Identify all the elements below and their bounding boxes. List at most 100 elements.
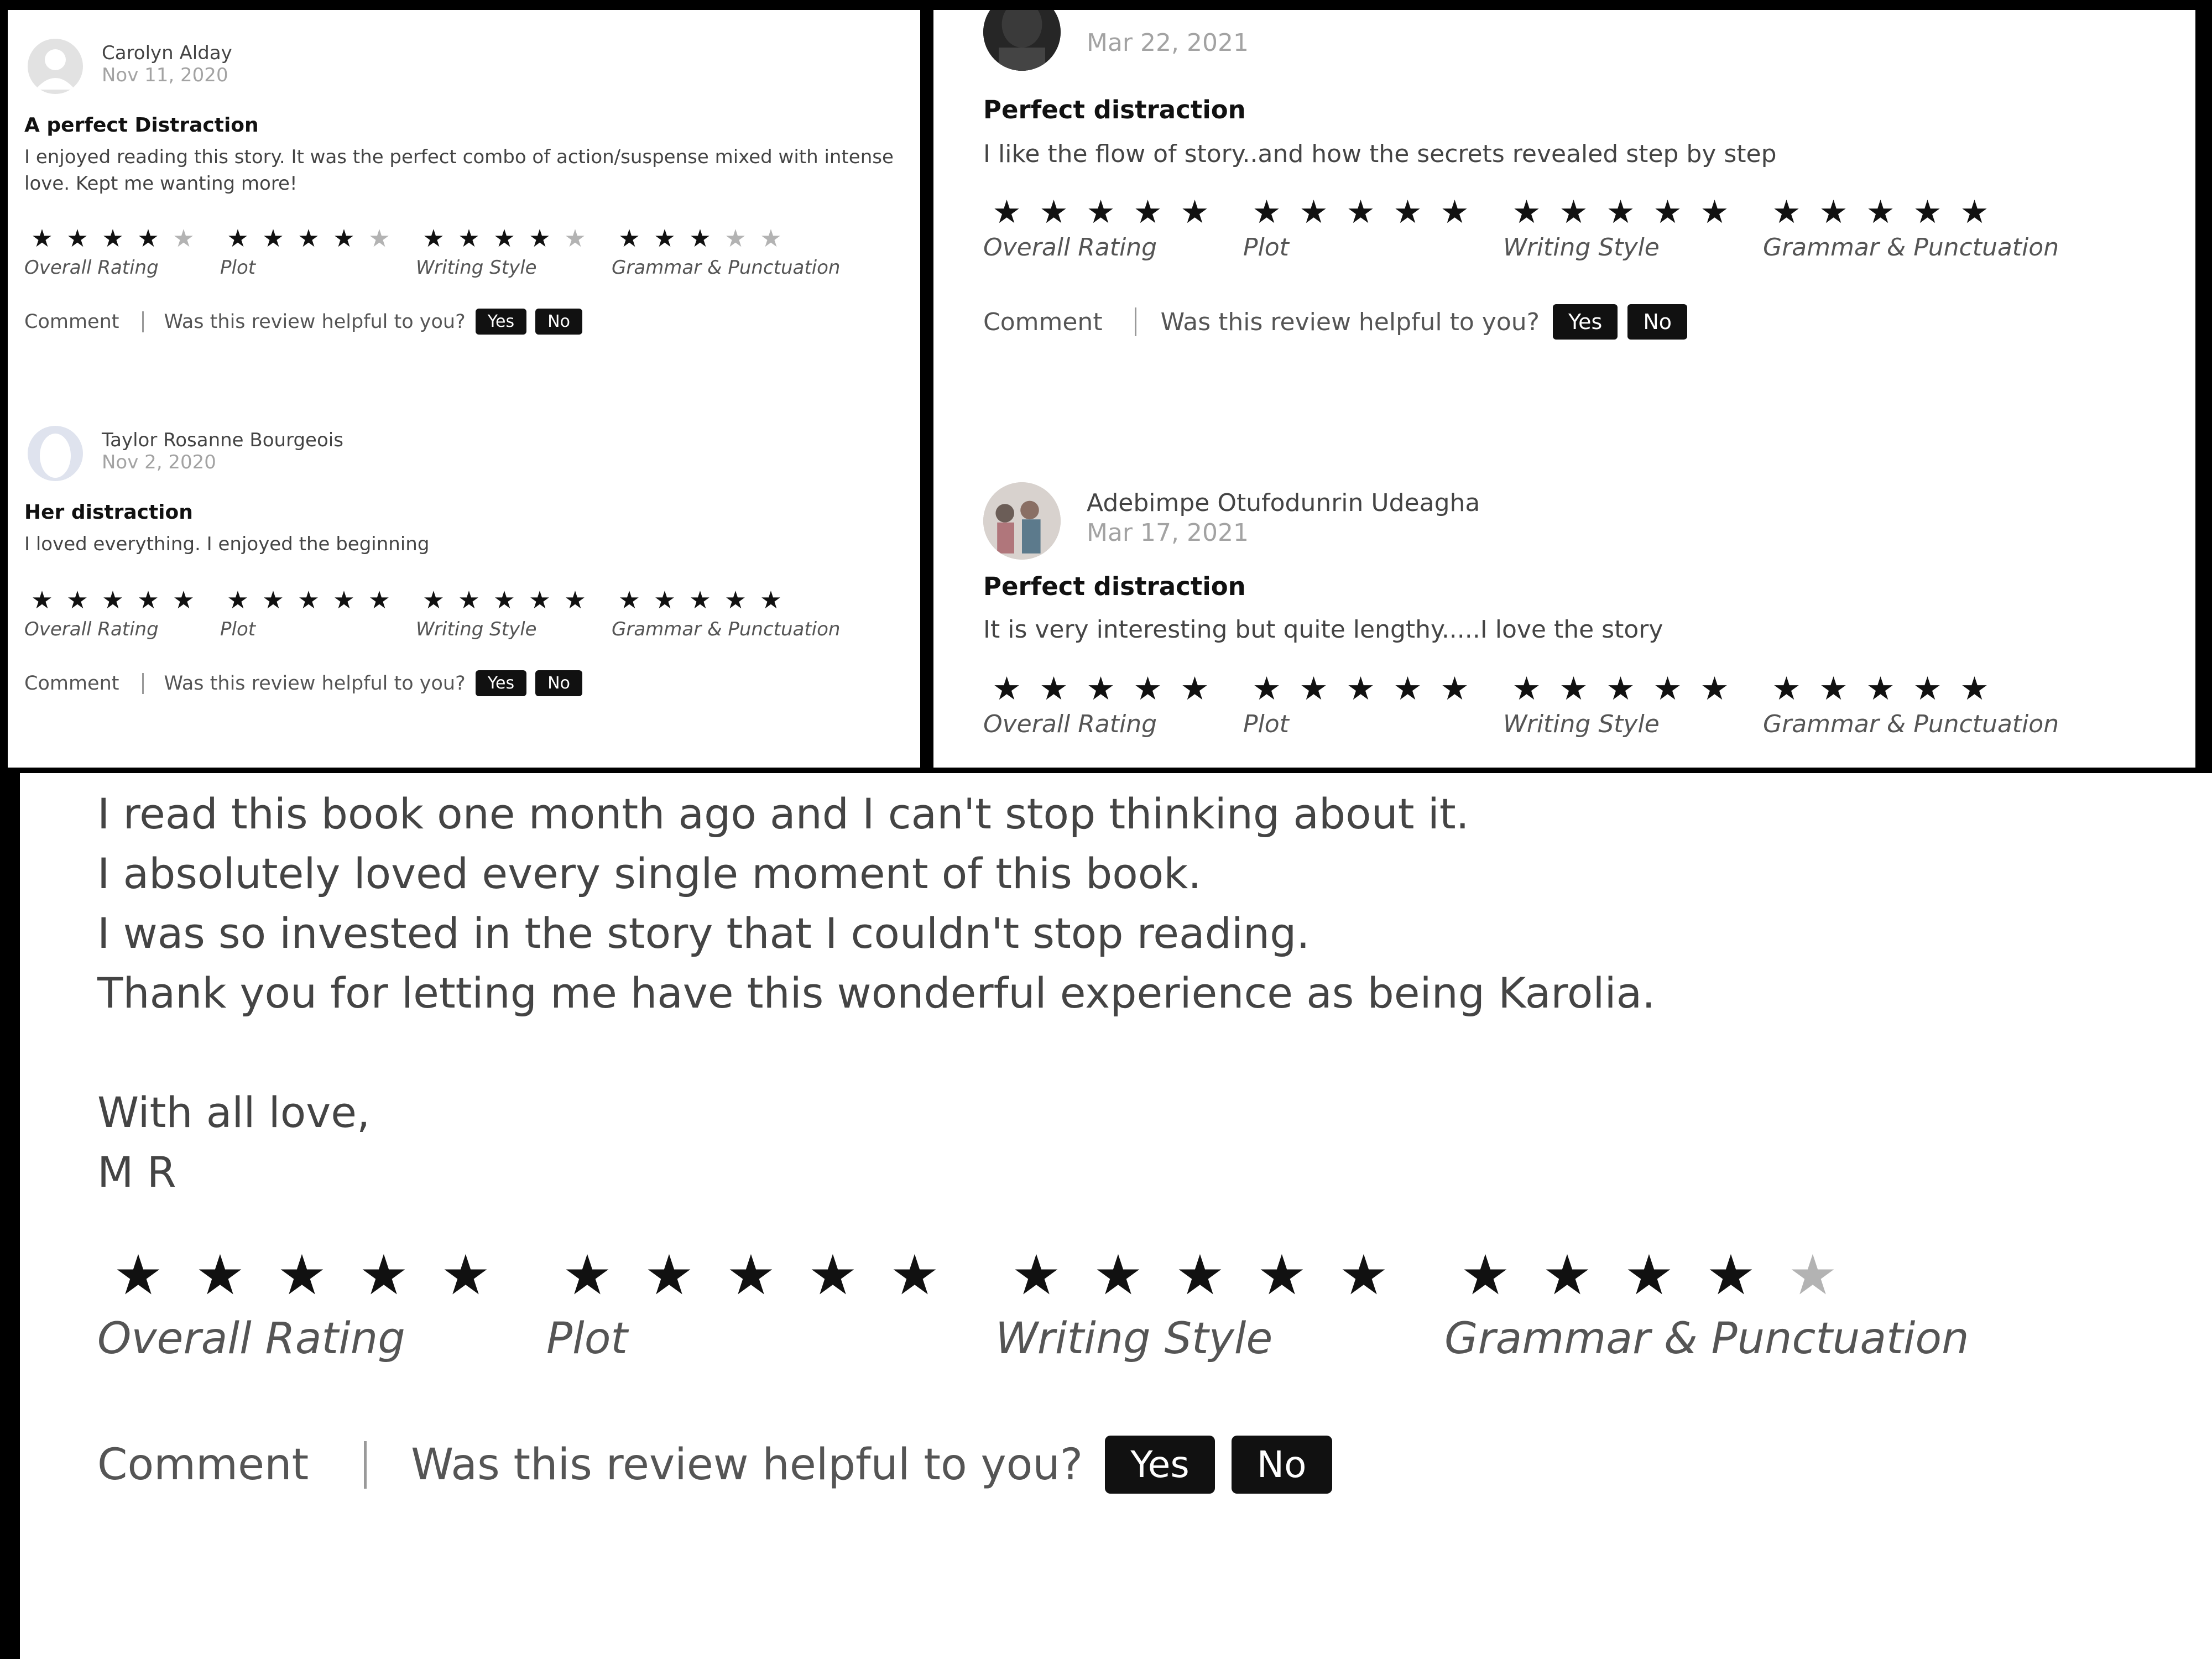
star-empty-icon: ★ [173,225,195,253]
star-filled-icon: ★ [1180,193,1209,231]
rating-label: Overall Rating [97,1314,405,1364]
helpful-yes-button[interactable]: Yes [475,309,527,335]
rating-label: Overall Rating [983,710,1157,738]
review-actions: Comment Was this review helpful to you? … [97,1436,1332,1494]
star-rating: ★ ★ ★ ★ ★ [612,584,807,617]
star-filled-icon: ★ [137,225,159,253]
rating-label: Writing Style [995,1314,1273,1364]
review-panel-bottom: I read this book one month ago and I can… [20,773,2212,1659]
review-author[interactable]: Adebimpe Otufodunrin Udeagha [1087,489,1480,517]
star-rating: ★ ★ ★ ★ ★ [416,584,612,617]
star-rating: ★ ★ ★ ★ ★ [983,668,1243,709]
star-empty-icon: ★ [564,225,586,253]
star-filled-icon: ★ [1913,193,1942,231]
comment-link[interactable]: Comment [983,308,1103,336]
divider [142,311,144,332]
user-avatar-icon[interactable] [28,426,83,481]
star-filled-icon: ★ [562,1243,612,1307]
rating-overall: ★ ★ ★ ★ ★ Overall Rating [983,668,1243,738]
star-filled-icon: ★ [1706,1243,1756,1307]
star-filled-icon: ★ [298,586,320,614]
review-body-line [97,1023,2088,1083]
star-filled-icon: ★ [1700,670,1729,707]
rating-row: ★ ★ ★ ★ ★ Overall Rating ★ ★ ★ ★ ★ Plot ★ ★ ★ ★ ★ Writi… [983,191,2059,262]
rating-writing-style: ★ ★ ★ ★ ★ Writing Style [995,1242,1444,1364]
star-rating: ★ ★ ★ ★ ★ [220,584,416,617]
star-empty-icon: ★ [760,225,782,253]
comment-link[interactable]: Comment [24,672,119,695]
user-avatar-icon[interactable] [28,39,83,94]
helpful-yes-button[interactable]: Yes [1105,1436,1215,1494]
user-avatar-icon[interactable] [983,482,1061,560]
rating-grammar: ★ ★ ★ ★ ★ Grammar & Punctuation [612,222,841,279]
star-filled-icon: ★ [1606,670,1635,707]
user-avatar-icon[interactable] [983,10,1061,71]
star-filled-icon: ★ [422,225,445,253]
helpful-no-button[interactable]: No [1627,304,1688,340]
star-filled-icon: ★ [1133,670,1162,707]
review-title: Her distraction [24,501,193,524]
star-filled-icon: ★ [359,1243,409,1307]
rating-label: Grammar & Punctuation [612,257,841,279]
star-filled-icon: ★ [1393,193,1422,231]
star-rating: ★ ★ ★ ★ ★ [983,191,1243,232]
star-filled-icon: ★ [992,670,1021,707]
helpful-yes-button[interactable]: Yes [1552,304,1618,340]
star-filled-icon: ★ [298,225,320,253]
star-filled-icon: ★ [1299,670,1328,707]
review-card: Mar 22, 2021 Perfect distraction I like … [933,10,2195,408]
review-title: Perfect distraction [983,95,1246,124]
star-filled-icon: ★ [333,586,355,614]
rating-label: Plot [546,1314,628,1364]
star-filled-icon: ★ [890,1243,940,1307]
star-rating: ★ ★ ★ ★ ★ [1763,668,2023,709]
star-rating: ★ ★ ★ ★ ★ [546,1242,995,1308]
star-filled-icon: ★ [654,586,676,614]
star-filled-icon: ★ [195,1243,245,1307]
star-filled-icon: ★ [66,225,88,253]
star-filled-icon: ★ [262,225,284,253]
review-body: It is very interesting but quite lengthy… [983,615,1663,644]
rating-plot: ★ ★ ★ ★ ★ Plot [220,222,416,279]
star-filled-icon: ★ [1346,670,1375,707]
rating-plot: ★ ★ ★ ★ ★ Plot [1243,668,1503,738]
star-filled-icon: ★ [1093,1243,1143,1307]
star-filled-icon: ★ [618,225,640,253]
star-filled-icon: ★ [1039,193,1068,231]
star-filled-icon: ★ [1653,193,1682,231]
star-filled-icon: ★ [422,586,445,614]
star-filled-icon: ★ [102,586,124,614]
review-author[interactable]: Carolyn Alday [102,42,232,64]
rating-label: Plot [1243,233,1289,262]
star-filled-icon: ★ [654,225,676,253]
review-author[interactable]: Taylor Rosanne Bourgeois [102,429,343,451]
helpful-no-button[interactable]: No [535,309,582,335]
star-filled-icon: ★ [31,586,53,614]
star-filled-icon: ★ [1960,193,1989,231]
helpful-no-button[interactable]: No [535,670,582,696]
helpful-no-button[interactable]: No [1231,1436,1332,1494]
star-filled-icon: ★ [992,193,1021,231]
rating-grammar: ★ ★ ★ ★ ★ Grammar & Punctuation [1763,191,2059,262]
comment-link[interactable]: Comment [97,1440,309,1490]
review-body-line: With all love, [97,1088,371,1137]
review-body-line: M R [97,1147,176,1197]
star-filled-icon: ★ [493,225,515,253]
helpful-yes-button[interactable]: Yes [475,670,527,696]
star-filled-icon: ★ [529,225,551,253]
helpful-question: Was this review helpful to you? [164,310,466,333]
star-filled-icon: ★ [1700,193,1729,231]
star-filled-icon: ★ [1011,1243,1061,1307]
star-filled-icon: ★ [1606,193,1635,231]
star-rating: ★ ★ ★ ★ ★ [1763,191,2023,232]
review-actions: Comment Was this review helpful to you? … [24,309,582,335]
comment-link[interactable]: Comment [24,311,119,333]
star-rating: ★ ★ ★ ★ ★ [995,1242,1444,1308]
star-empty-icon: ★ [724,225,747,253]
rating-writing-style: ★ ★ ★ ★ ★ Writing Style [1503,191,1763,262]
star-rating: ★ ★ ★ ★ ★ [1503,191,1763,232]
review-date: Mar 22, 2021 [1087,29,1249,57]
star-filled-icon: ★ [724,586,747,614]
star-filled-icon: ★ [1913,670,1942,707]
helpful-question: Was this review helpful to you? [164,672,466,695]
